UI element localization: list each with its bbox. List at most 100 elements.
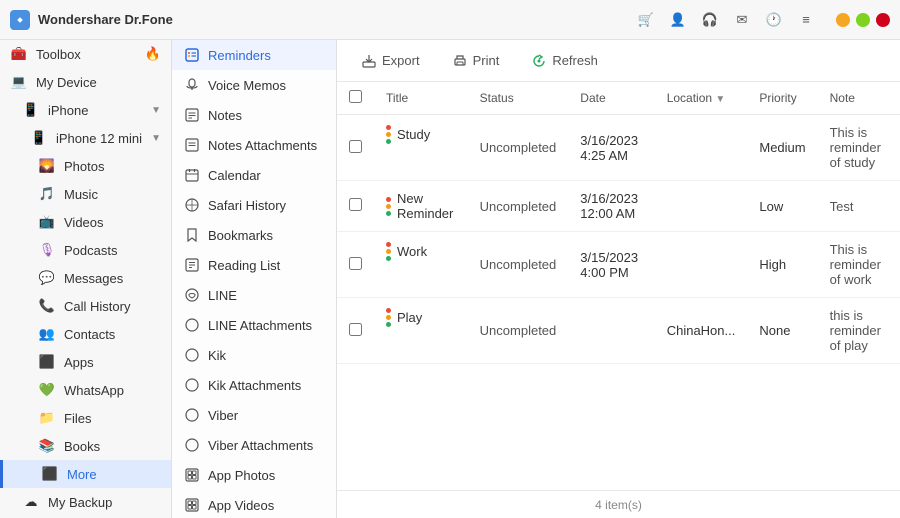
history-icon[interactable]: 🕐	[764, 10, 784, 30]
row-checkbox-3[interactable]	[349, 323, 362, 336]
mid-item-viber[interactable]: Viber	[172, 400, 336, 430]
sidebar-item-apps[interactable]: ⬛ Apps	[0, 348, 171, 376]
row-checkbox-cell	[337, 115, 374, 181]
col-location[interactable]: Location ▼	[655, 82, 748, 115]
sidebar-item-contacts[interactable]: 👥 Contacts	[0, 320, 171, 348]
table-row: Work Uncompleted 3/15/2023 4:00 PM High …	[337, 232, 900, 298]
sidebar-label-photos: Photos	[64, 159, 161, 174]
mid-item-notesattach[interactable]: Notes Attachments	[172, 130, 336, 160]
sidebar-item-files[interactable]: 📁 Files	[0, 404, 171, 432]
bookmarks-icon	[184, 227, 200, 243]
row-checkbox-1[interactable]	[349, 198, 362, 211]
titlebar: Wondershare Dr.Fone 🛒 👤 🎧 ✉ 🕐 ≡ — □ ✕	[0, 0, 900, 40]
sidebar-label-callhistory: Call History	[64, 299, 161, 314]
mid-item-readinglist[interactable]: Reading List	[172, 250, 336, 280]
mid-label-reminders: Reminders	[208, 48, 271, 63]
print-button[interactable]: Print	[444, 49, 508, 73]
mid-item-appphotos[interactable]: App Photos	[172, 460, 336, 490]
sidebar-item-mybackup[interactable]: ☁ My Backup	[0, 488, 171, 516]
export-icon	[361, 53, 377, 69]
sidebar-label-iphone: iPhone	[48, 103, 143, 118]
left-sidebar: 🧰 Toolbox 🔥 💻 My Device 📱 iPhone ▼ 📱 iPh…	[0, 40, 172, 518]
row-checkbox-2[interactable]	[349, 257, 362, 270]
safari-icon	[184, 197, 200, 213]
whatsapp-icon: 💚	[38, 381, 56, 399]
mid-item-kik[interactable]: Kik	[172, 340, 336, 370]
refresh-button[interactable]: Refresh	[523, 49, 606, 73]
close-btn[interactable]: ✕	[876, 13, 890, 27]
sidebar-item-photos[interactable]: 🌄 Photos	[0, 152, 171, 180]
sidebar-item-more[interactable]: ⬛ More	[0, 460, 171, 488]
files-icon: 📁	[38, 409, 56, 427]
lineattach-icon	[184, 317, 200, 333]
videos-icon: 📺	[38, 213, 56, 231]
select-all-checkbox[interactable]	[349, 90, 362, 103]
sidebar-item-messages[interactable]: 💬 Messages	[0, 264, 171, 292]
chevron-down-icon: ▼	[151, 133, 161, 144]
sidebar-item-podcasts[interactable]: 🎙 Podcasts	[0, 236, 171, 264]
voicememos-icon	[184, 77, 200, 93]
sidebar-item-toolbox[interactable]: 🧰 Toolbox 🔥	[0, 40, 171, 68]
sidebar-label-books: Books	[64, 439, 161, 454]
toolbox-icon: 🧰	[10, 45, 28, 63]
sidebar-label-whatsapp: WhatsApp	[64, 383, 161, 398]
sidebar-item-music[interactable]: 🎵 Music	[0, 180, 171, 208]
sidebar-item-whatsapp[interactable]: 💚 WhatsApp	[0, 376, 171, 404]
refresh-label: Refresh	[552, 53, 598, 68]
sidebar-label-mydevice: My Device	[36, 75, 161, 90]
mid-item-kikattach[interactable]: Kik Attachments	[172, 370, 336, 400]
mid-label-notesattach: Notes Attachments	[208, 138, 317, 153]
apps-icon: ⬛	[38, 353, 56, 371]
row-note: Test	[818, 181, 900, 232]
notes-icon	[184, 107, 200, 123]
mid-label-calendar: Calendar	[208, 168, 261, 183]
sidebar-item-videos[interactable]: 📺 Videos	[0, 208, 171, 236]
mid-item-appvideos[interactable]: App Videos	[172, 490, 336, 518]
photos-icon: 🌄	[38, 157, 56, 175]
mid-item-viberattach[interactable]: Viber Attachments	[172, 430, 336, 460]
kikattach-icon	[184, 377, 200, 393]
headset-icon[interactable]: 🎧	[700, 10, 720, 30]
mid-label-kik: Kik	[208, 348, 226, 363]
mid-item-safarihistory[interactable]: Safari History	[172, 190, 336, 220]
sidebar-item-mydevice[interactable]: 💻 My Device	[0, 68, 171, 96]
sidebar-item-iphone[interactable]: 📱 iPhone ▼	[0, 96, 171, 124]
row-priority: High	[747, 232, 817, 298]
row-title-text: Study	[397, 127, 430, 142]
reminders-table: Title Status Date Location ▼ Priority No…	[337, 82, 900, 364]
mid-item-voicememos[interactable]: Voice Memos	[172, 70, 336, 100]
row-checkbox-cell	[337, 232, 374, 298]
export-button[interactable]: Export	[353, 49, 428, 73]
content-toolbar: Export Print Refresh	[337, 40, 900, 82]
maximize-btn[interactable]: □	[856, 13, 870, 27]
row-priority: None	[747, 298, 817, 364]
row-title: Study	[374, 115, 468, 154]
content-area: Export Print Refresh	[337, 40, 900, 518]
user-icon[interactable]: 👤	[668, 10, 688, 30]
row-status: Uncompleted	[468, 232, 569, 298]
sidebar-label-contacts: Contacts	[64, 327, 161, 342]
mid-label-safari: Safari History	[208, 198, 286, 213]
row-checkbox-cell	[337, 181, 374, 232]
menu-icon[interactable]: ≡	[796, 10, 816, 30]
minimize-btn[interactable]: —	[836, 13, 850, 27]
mid-item-reminders[interactable]: Reminders	[172, 40, 336, 70]
row-checkbox-0[interactable]	[349, 140, 362, 153]
mid-item-bookmarks[interactable]: Bookmarks	[172, 220, 336, 250]
print-icon	[452, 53, 468, 69]
col-status: Status	[468, 82, 569, 115]
mid-item-calendar[interactable]: Calendar	[172, 160, 336, 190]
sidebar-item-callhistory[interactable]: 📞 Call History	[0, 292, 171, 320]
mail-icon[interactable]: ✉	[732, 10, 752, 30]
sidebar-label-videos: Videos	[64, 215, 161, 230]
col-date: Date	[568, 82, 654, 115]
calendar-icon	[184, 167, 200, 183]
mid-item-notes[interactable]: Notes	[172, 100, 336, 130]
mid-item-lineattach[interactable]: LINE Attachments	[172, 310, 336, 340]
reminders-table-wrapper: Title Status Date Location ▼ Priority No…	[337, 82, 900, 490]
sidebar-item-books[interactable]: 📚 Books	[0, 432, 171, 460]
mid-item-line[interactable]: LINE	[172, 280, 336, 310]
sidebar-item-iphone12[interactable]: 📱 iPhone 12 mini ▼	[0, 124, 171, 152]
sidebar-label-music: Music	[64, 187, 161, 202]
cart-icon[interactable]: 🛒	[636, 10, 656, 30]
